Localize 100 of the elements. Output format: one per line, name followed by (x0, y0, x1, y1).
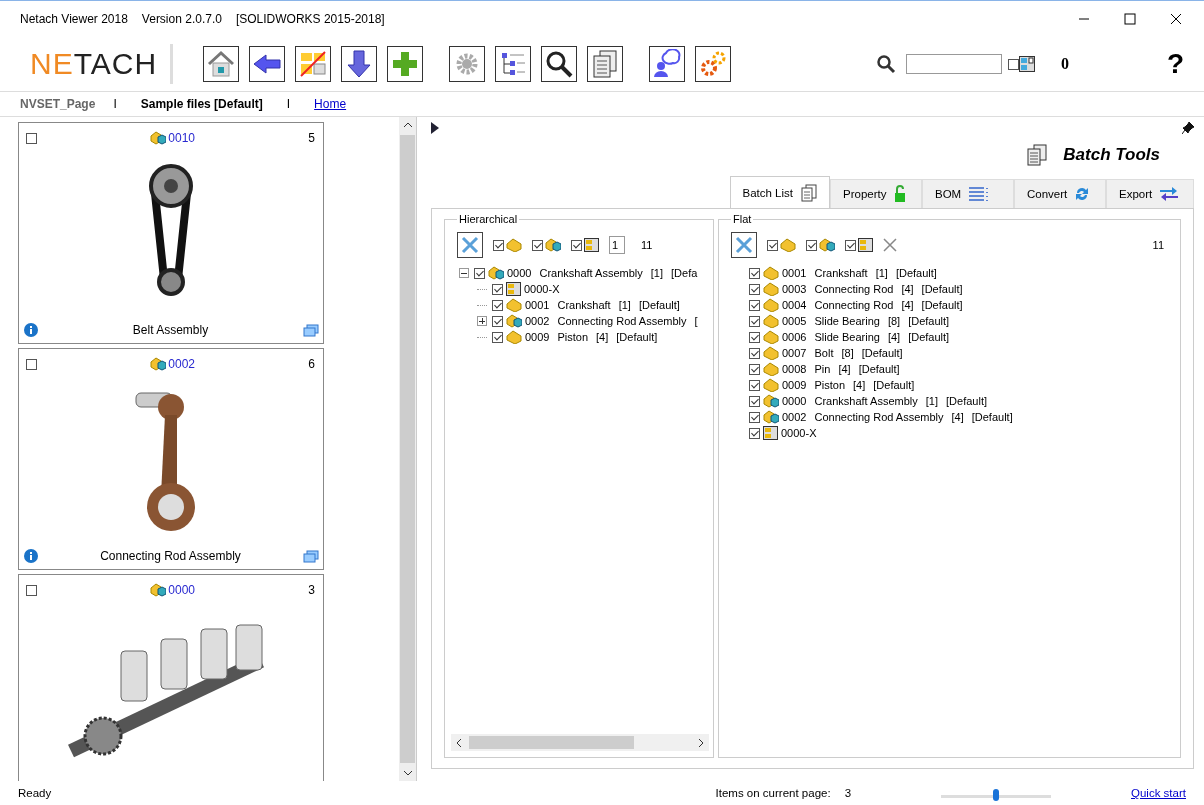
status-text: Ready (18, 787, 52, 799)
help-button[interactable]: ? (1068, 48, 1184, 80)
item-code: 0006 (782, 331, 807, 343)
part-icon (506, 238, 522, 252)
file-count: 3 (308, 583, 315, 597)
card-checkbox[interactable] (26, 358, 37, 370)
sync-icon (1075, 186, 1090, 202)
filter-checkbox[interactable] (532, 239, 543, 251)
home-button[interactable] (203, 46, 239, 82)
slider-thumb[interactable] (993, 789, 1000, 801)
file-card[interactable]: 0002 6 Connecting Rod Assembly (18, 348, 324, 570)
back-button[interactable] (249, 46, 285, 82)
card-checkbox[interactable] (26, 132, 37, 144)
scroll-left-icon[interactable] (455, 737, 463, 748)
part-icon (763, 346, 779, 360)
item-checkbox[interactable] (749, 363, 760, 375)
item-checkbox[interactable] (492, 315, 503, 327)
item-checkbox[interactable] (749, 411, 760, 423)
item-checkbox[interactable] (474, 267, 485, 279)
filter-checkbox[interactable] (845, 239, 856, 251)
filter-checkbox[interactable] (571, 239, 582, 251)
item-code: 0002 (782, 411, 807, 423)
item-configuration: [Default] (921, 299, 963, 311)
windows-icon[interactable] (303, 323, 319, 337)
item-checkbox[interactable] (749, 283, 760, 295)
part-icon (506, 298, 522, 312)
close-icon[interactable] (1170, 13, 1182, 25)
tab[interactable]: Convert (1014, 179, 1106, 208)
item-name: Crankshaft Assembly (539, 267, 643, 279)
part-icon (763, 330, 779, 344)
item-checkbox[interactable] (749, 267, 760, 279)
scrollbar[interactable] (399, 117, 416, 781)
tree-view-button[interactable] (495, 46, 531, 82)
item-checkbox[interactable] (492, 331, 503, 343)
scroll-down-icon[interactable] (402, 769, 413, 777)
item-quantity: [1] (925, 395, 939, 407)
file-title: Connecting Rod Assembly (99, 549, 242, 563)
item-checkbox[interactable] (749, 395, 760, 407)
file-title: Belt Assembly (131, 323, 210, 337)
scroll-up-icon[interactable] (402, 121, 413, 129)
item-quantity: [ (694, 315, 698, 327)
item-checkbox[interactable] (749, 315, 760, 327)
result-count: 0 (1060, 55, 1069, 73)
item-checkbox[interactable] (749, 379, 760, 391)
item-code: 0005 (782, 315, 807, 327)
horizontal-scrollbar[interactable] (451, 734, 709, 751)
tools-button[interactable] (731, 232, 757, 258)
item-checkbox[interactable] (749, 347, 760, 359)
file-code[interactable]: 0000 (168, 583, 195, 597)
swap-arrows-icon (1160, 186, 1179, 202)
search-button[interactable] (541, 46, 577, 82)
user-idea-button[interactable] (649, 46, 685, 82)
item-checkbox[interactable] (749, 427, 760, 439)
info-icon[interactable] (24, 323, 38, 337)
item-quantity: [4] (887, 331, 901, 343)
filter-checkbox[interactable] (493, 239, 504, 251)
gears-button[interactable] (695, 46, 731, 82)
items-label: Items on current page: (715, 787, 831, 799)
clear-icon[interactable] (883, 238, 897, 252)
item-checkbox[interactable] (492, 283, 503, 295)
file-code[interactable]: 0002 (168, 357, 195, 371)
item-quantity: [4] (901, 299, 914, 311)
quick-start-link[interactable]: Quick start (1131, 787, 1186, 799)
card-checkbox[interactable] (26, 584, 37, 596)
search-field[interactable] (905, 54, 1002, 74)
level-field[interactable]: 1 (609, 236, 625, 254)
filter-checkbox[interactable] (767, 239, 778, 251)
windows-icon[interactable] (303, 549, 319, 563)
item-configuration: [Default] (946, 395, 987, 407)
tab[interactable]: Batch List (729, 176, 830, 208)
filter-checkbox[interactable] (806, 239, 817, 251)
download-button[interactable] (341, 46, 377, 82)
layout-off-button[interactable] (295, 46, 331, 82)
part-icon (763, 266, 779, 280)
filter-checkbox[interactable] (1007, 58, 1019, 70)
item-checkbox[interactable] (492, 299, 503, 311)
tab[interactable]: BOM (922, 179, 1014, 208)
home-link[interactable]: Home (314, 97, 347, 111)
file-code[interactable]: 0010 (168, 131, 195, 145)
item-checkbox[interactable] (749, 299, 760, 311)
maximize-icon[interactable] (1124, 13, 1136, 25)
pin-icon[interactable] (1182, 122, 1194, 134)
expander-icon[interactable] (477, 316, 487, 326)
separator-label: I (113, 97, 117, 111)
tab[interactable]: Export (1106, 179, 1194, 208)
item-name: Pin (814, 363, 831, 375)
expand-arrow-icon[interactable] (431, 122, 439, 134)
info-icon[interactable] (24, 549, 38, 563)
settings-button[interactable] (449, 46, 485, 82)
scroll-right-icon[interactable] (697, 737, 705, 748)
tools-button[interactable] (457, 232, 483, 258)
window-title: Netach Viewer 2018 (20, 12, 128, 26)
item-checkbox[interactable] (749, 331, 760, 343)
documents-icon (1027, 144, 1048, 166)
add-button[interactable] (387, 46, 423, 82)
file-card[interactable]: 0000 3 (18, 574, 324, 781)
tab[interactable]: Property (830, 179, 922, 208)
file-card[interactable]: 0010 5 Belt Assembly (18, 122, 324, 344)
documents-button[interactable] (587, 46, 623, 82)
expander-icon[interactable] (459, 268, 469, 278)
